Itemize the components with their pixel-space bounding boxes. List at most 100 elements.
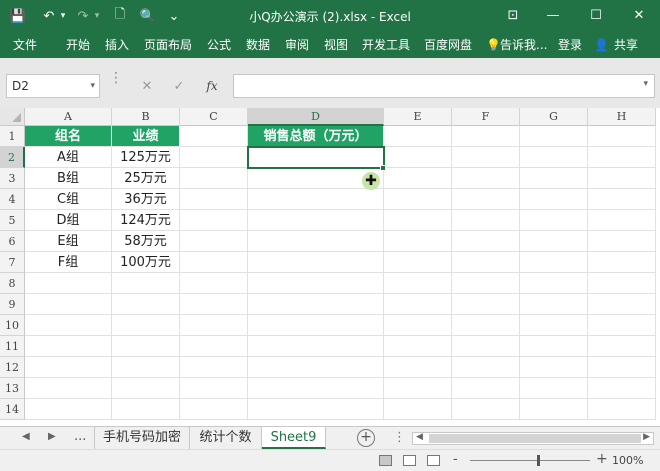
cell-f8[interactable] [452,273,520,294]
cell-g1[interactable] [520,126,588,147]
maximize-button[interactable]: ☐ [584,4,608,26]
row-header-8[interactable]: 8 [0,273,25,294]
column-header-c[interactable]: C [180,108,248,126]
column-header-f[interactable]: F [452,108,520,126]
spreadsheet-grid[interactable]: A B C D E F G H 1 组名 业绩 销售总额（万元） 2 A组 125万元 3 B组 25万元 4 C组 3… [0,108,660,426]
cell-e4[interactable] [384,189,452,210]
tab-home[interactable]: 开始 [66,36,90,54]
cell-e8[interactable] [384,273,452,294]
cell-a7[interactable]: F组 [25,252,112,273]
cell-a14[interactable] [25,399,112,420]
cell-d9[interactable] [248,294,384,315]
cell-f7[interactable] [452,252,520,273]
cell-f10[interactable] [452,315,520,336]
formula-input[interactable]: ▾ [233,74,655,98]
cell-h5[interactable] [588,210,656,231]
cell-a13[interactable] [25,378,112,399]
tab-formulas[interactable]: 公式 [207,36,231,54]
cell-c5[interactable] [180,210,248,231]
row-header-3[interactable]: 3 [0,168,25,189]
cell-e13[interactable] [384,378,452,399]
cell-d13[interactable] [248,378,384,399]
cell-d10[interactable] [248,315,384,336]
cell-g11[interactable] [520,336,588,357]
cell-c7[interactable] [180,252,248,273]
cell-f5[interactable] [452,210,520,231]
tab-baidu-netdisk[interactable]: 百度网盘 [424,36,472,54]
cell-a9[interactable] [25,294,112,315]
cell-e3[interactable] [384,168,452,189]
cell-c6[interactable] [180,231,248,252]
row-header-13[interactable]: 13 [0,378,25,399]
cell-b5[interactable]: 124万元 [112,210,180,231]
cell-a5[interactable]: D组 [25,210,112,231]
tab-data[interactable]: 数据 [246,36,270,54]
cell-g10[interactable] [520,315,588,336]
cell-g8[interactable] [520,273,588,294]
cell-c2[interactable] [180,147,248,168]
cell-h13[interactable] [588,378,656,399]
cell-f1[interactable] [452,126,520,147]
tab-page-layout[interactable]: 页面布局 [144,36,192,54]
cell-a1[interactable]: 组名 [25,126,112,147]
cell-h3[interactable] [588,168,656,189]
name-box-dropdown-icon[interactable]: ▾ [90,75,95,97]
sheet-tab-phone-encrypt[interactable]: 手机号码加密 [94,427,190,449]
tab-view[interactable]: 视图 [324,36,348,54]
insert-function-button[interactable]: fx [202,75,222,97]
cell-c12[interactable] [180,357,248,378]
cell-h9[interactable] [588,294,656,315]
name-box[interactable]: D2 ▾ [6,74,100,98]
cell-b2[interactable]: 125万元 [112,147,180,168]
column-header-d[interactable]: D [248,108,384,126]
cell-g3[interactable] [520,168,588,189]
zoom-level[interactable]: 100% [612,454,643,467]
zoom-out-button[interactable]: - [453,452,458,467]
cell-c11[interactable] [180,336,248,357]
cell-d5[interactable] [248,210,384,231]
cell-a3[interactable]: B组 [25,168,112,189]
cell-b11[interactable] [112,336,180,357]
cell-f9[interactable] [452,294,520,315]
cell-f4[interactable] [452,189,520,210]
cell-b6[interactable]: 58万元 [112,231,180,252]
cell-d1[interactable]: 销售总额（万元） [248,126,384,147]
cell-e10[interactable] [384,315,452,336]
cell-e2[interactable] [384,147,452,168]
normal-view-icon[interactable] [379,455,392,466]
cell-b4[interactable]: 36万元 [112,189,180,210]
cell-a6[interactable]: E组 [25,231,112,252]
cell-e9[interactable] [384,294,452,315]
more-sheets-button[interactable]: ... [74,429,86,444]
cell-g9[interactable] [520,294,588,315]
add-sheet-button[interactable]: + [357,429,375,447]
cell-g2[interactable] [520,147,588,168]
cell-a2[interactable]: A组 [25,147,112,168]
row-header-1[interactable]: 1 [0,126,25,147]
row-header-11[interactable]: 11 [0,336,25,357]
cell-a8[interactable] [25,273,112,294]
cell-b9[interactable] [112,294,180,315]
cell-a11[interactable] [25,336,112,357]
cell-g5[interactable] [520,210,588,231]
cell-b7[interactable]: 100万元 [112,252,180,273]
cell-e7[interactable] [384,252,452,273]
cell-h12[interactable] [588,357,656,378]
fill-handle[interactable] [380,165,386,171]
customize-toolbar-icon[interactable]: ⌄ [167,6,181,26]
row-header-12[interactable]: 12 [0,357,25,378]
scroll-right-icon[interactable]: ▶ [643,432,650,442]
cell-d4[interactable] [248,189,384,210]
cell-d2[interactable] [248,147,384,168]
cell-g12[interactable] [520,357,588,378]
cell-g4[interactable] [520,189,588,210]
cell-b12[interactable] [112,357,180,378]
row-header-4[interactable]: 4 [0,189,25,210]
undo-dropdown-icon[interactable]: ▾ [58,6,68,26]
cancel-icon[interactable]: ✕ [138,75,156,97]
cell-h7[interactable] [588,252,656,273]
cell-c8[interactable] [180,273,248,294]
scroll-left-icon[interactable]: ◀ [416,432,423,442]
cell-c3[interactable] [180,168,248,189]
tab-developer[interactable]: 开发工具 [362,36,410,54]
